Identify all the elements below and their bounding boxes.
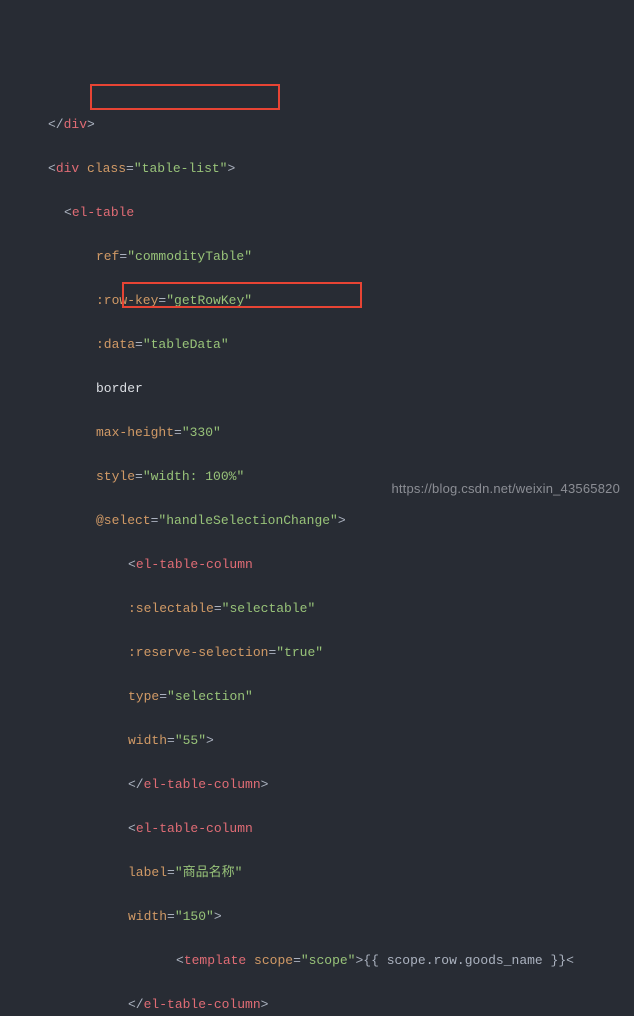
code-line: border: [0, 378, 634, 400]
code-line: </div>: [0, 114, 634, 136]
code-line: </el-table-column>: [0, 774, 634, 796]
code-line: </el-table-column>: [0, 994, 634, 1016]
code-line: <template scope="scope">{{ scope.row.goo…: [0, 950, 634, 972]
code-line: :reserve-selection="true": [0, 642, 634, 664]
code-line: <el-table-column: [0, 554, 634, 576]
code-line: type="selection": [0, 686, 634, 708]
code-line: width="150">: [0, 906, 634, 928]
code-line: style="width: 100%": [0, 466, 634, 488]
code-line: ref="commodityTable": [0, 246, 634, 268]
code-line: <div class="table-list">: [0, 158, 634, 180]
code-line: <el-table: [0, 202, 634, 224]
code-line: max-height="330": [0, 422, 634, 444]
code-line: @select="handleSelectionChange">: [0, 510, 634, 532]
code-line: :row-key="getRowKey": [0, 290, 634, 312]
code-block: </div> <div class="table-list"> <el-tabl…: [0, 88, 634, 1016]
code-line: label="商品名称": [0, 862, 634, 884]
code-line: :selectable="selectable": [0, 598, 634, 620]
code-line: width="55">: [0, 730, 634, 752]
code-line: :data="tableData": [0, 334, 634, 356]
code-line: <el-table-column: [0, 818, 634, 840]
